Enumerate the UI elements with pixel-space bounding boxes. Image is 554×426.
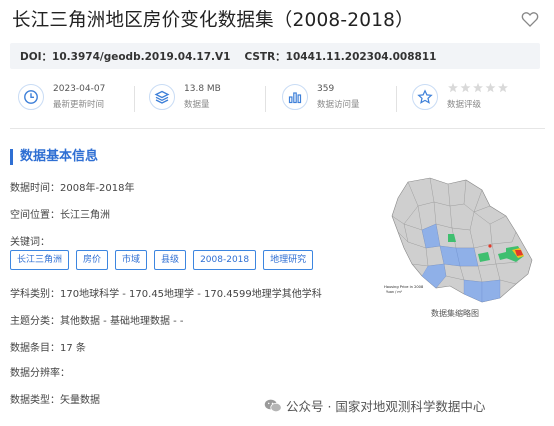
divider [396,86,397,112]
map-caption: 数据集缩略图 [431,309,479,318]
info-theme: 主题分类：其他数据 - 基础地理数据 - - [10,316,184,327]
clock-icon [18,84,44,110]
bar-chart-icon [282,84,308,110]
section-title: 数据基本信息 [10,149,98,165]
stat-label: 数据访问量 [317,100,360,110]
info-entries: 数据条目：17 条 [10,343,86,354]
stat-label: 数据评级 [447,100,482,110]
info-type: 数据类型：矢量数据 [10,395,100,406]
keyword-tag[interactable]: 市域 [115,250,148,270]
info-location: 空间位置：长江三角洲 [10,210,110,221]
info-subject: 学科类别：170地球科学 - 170.45地理学 - 170.4599地理学其他… [10,289,322,300]
keyword-tag[interactable]: 地理研究 [263,250,314,270]
keyword-tag[interactable]: 房价 [76,250,109,270]
dataset-thumbnail-map[interactable]: Housing Price in 2008 Yuan / m² [378,176,538,304]
stat-label: 数据量 [184,100,210,110]
stat-label: 最新更新时间 [53,100,105,110]
page-title: 长江三角洲地区房价变化数据集（2008-2018） [12,10,414,31]
layers-icon [149,84,175,110]
favorite-heart-icon[interactable] [520,9,540,29]
doi-bar: DOI：10.3974/geodb.2019.04.17.V1 CSTR：104… [10,43,540,69]
rating-star-icon[interactable] [448,82,458,93]
stats-row: 2023-04-07 最新更新时间 13.8 MB 数据量 359 数据访问量 … [10,82,545,116]
rating-star-icon[interactable] [460,82,471,93]
divider [10,128,545,129]
keyword-tag[interactable]: 长江三角洲 [10,250,70,270]
watermark: 公众号 · 国家对地观测科学数据中心 [264,396,485,415]
stat-value: 2023-04-07 [53,84,106,94]
keyword-tag[interactable]: 县级 [154,250,187,270]
star-icon [412,84,438,110]
cstr-text[interactable]: CSTR：10441.11.202304.008811 [244,49,436,64]
rating-star-icon[interactable] [485,82,496,93]
info-time: 数据时间：2008年-2018年 [10,183,135,194]
rating-star-icon[interactable] [473,82,483,93]
wechat-icon [264,399,282,412]
map-legend-unit: Yuan / m² [386,290,403,294]
map-legend-title: Housing Price in 2008 [384,285,424,289]
rating-star-icon[interactable] [498,82,508,93]
info-resolution: 数据分辨率： [10,368,70,379]
keyword-tag[interactable]: 2008-2018 [193,250,257,270]
doi-text[interactable]: DOI：10.3974/geodb.2019.04.17.V1 [20,49,230,64]
stat-value: 359 [317,84,335,94]
stat-value: 13.8 MB [184,84,221,94]
divider [134,86,135,112]
rating-stars[interactable] [447,82,509,97]
divider [265,86,266,112]
info-keywords-label: 关键词： [10,237,50,248]
keyword-list: 长江三角洲 房价 市域 县级 2008-2018 地理研究 [10,250,320,270]
watermark-text: 公众号 · 国家对地观测科学数据中心 [286,399,486,414]
